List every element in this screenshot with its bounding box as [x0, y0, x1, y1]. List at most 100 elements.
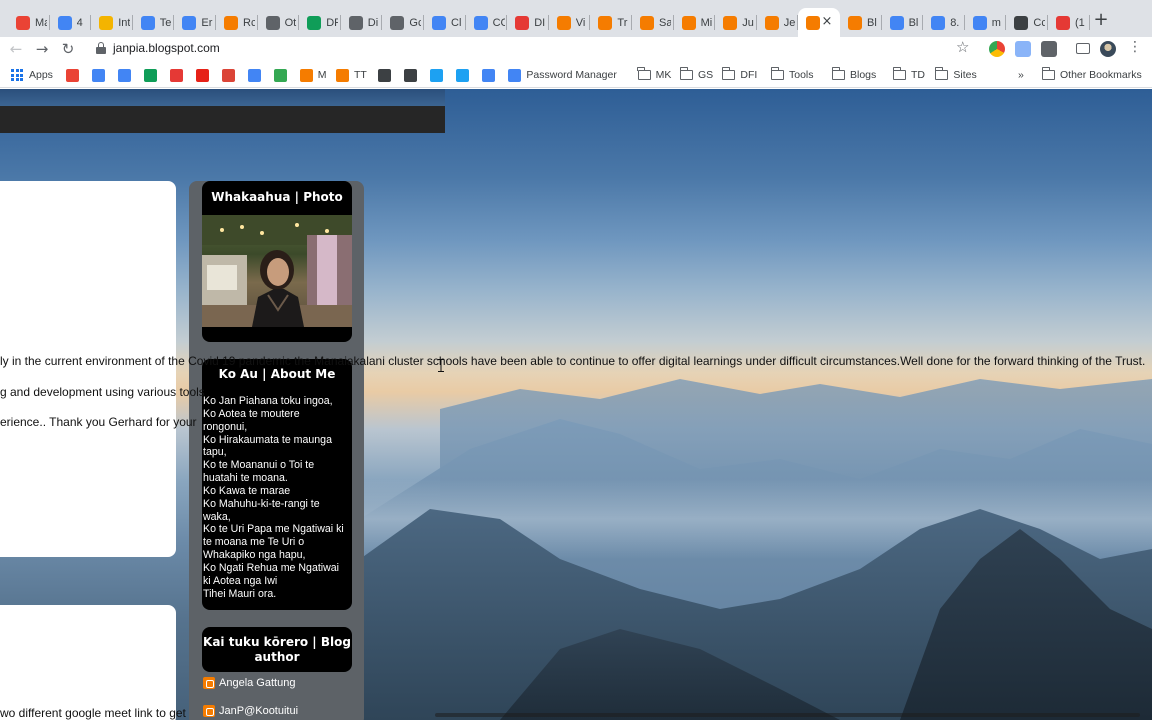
folder-icon [934, 67, 949, 80]
puzzle-extension-icon[interactable] [1015, 41, 1031, 57]
browser-tab[interactable]: Ju [715, 8, 757, 37]
profile-photo[interactable] [202, 215, 352, 327]
browser-tab[interactable]: Mi [674, 8, 716, 37]
bookmark-item[interactable]: M [299, 67, 327, 83]
text-cursor-icon [438, 359, 444, 372]
bookmark-item[interactable] [430, 67, 448, 83]
browser-tab[interactable]: Bl [840, 8, 882, 37]
browser-tab[interactable]: Mail [8, 8, 50, 37]
tab-title: Je [783, 16, 796, 29]
docs-icon [931, 15, 946, 30]
browser-tab[interactable]: CC [466, 8, 508, 37]
bookmark-item[interactable]: Apps [11, 67, 53, 83]
bookmark-item[interactable] [65, 67, 84, 83]
bookmark-item[interactable] [456, 67, 474, 83]
bookmark-folder[interactable]: DFI [721, 67, 757, 83]
blog-nav-bar [0, 106, 445, 133]
browser-tab[interactable]: Bl [882, 8, 924, 37]
browser-tab[interactable]: Te [133, 8, 175, 37]
close-tab-icon[interactable]: × [820, 15, 834, 29]
about-text: Ko Jan Piahana toku ingoa, Ko Aotea te mo… [202, 395, 352, 601]
comment-text: g and development using various tools [0, 385, 205, 399]
reload-button[interactable]: ↻ [58, 39, 78, 59]
browser-tab[interactable]: Cc [1006, 8, 1048, 37]
horizontal-scrollbar[interactable] [435, 713, 1140, 717]
browser-tab[interactable]: Int [91, 8, 133, 37]
bookmark-folder[interactable]: MK [637, 67, 671, 83]
bookmark-favicon-icon [430, 68, 444, 82]
author-link[interactable]: JanP@Kootuitui [203, 705, 298, 717]
bookmark-item[interactable] [117, 67, 136, 83]
cast-icon[interactable] [1076, 43, 1090, 54]
bookmark-item[interactable]: TT [336, 67, 367, 83]
browser-tab[interactable]: Tr [590, 8, 632, 37]
browser-tab[interactable]: Je [757, 8, 799, 37]
browser-tab[interactable]: (1 [1048, 8, 1090, 37]
author-link[interactable]: Angela Gattung [203, 677, 295, 689]
browser-tab[interactable]: Er [174, 8, 216, 37]
tab-title: (1 [1075, 16, 1085, 29]
bookmarks-overflow-button[interactable]: » [1018, 67, 1024, 83]
bookmark-item[interactable] [221, 67, 240, 83]
bookmark-item[interactable] [143, 67, 162, 83]
tab-title: m [991, 16, 1001, 29]
bookmark-item[interactable] [273, 67, 292, 83]
browser-tab[interactable]: Cl [424, 8, 466, 37]
bookmark-item[interactable] [247, 67, 266, 83]
bookmark-item[interactable] [195, 67, 214, 83]
bookmark-label: Apps [29, 69, 53, 81]
browser-tab[interactable]: Rc [216, 8, 258, 37]
address-bar-url[interactable]: janpia.blogspot.com [113, 41, 220, 55]
browser-tab[interactable]: m [965, 8, 1007, 37]
blogger-icon [203, 677, 215, 689]
browser-tab[interactable]: Vi [549, 8, 591, 37]
bookmark-folder[interactable]: Sites [934, 67, 977, 83]
bookmark-item[interactable] [91, 67, 110, 83]
tab-title: DI [534, 16, 546, 29]
about-line: Whakapiko nga hapu, [203, 549, 306, 562]
bookmark-folder[interactable]: Blogs [831, 67, 876, 83]
about-line: Ko Jan Piahana toku ingoa, [203, 395, 333, 407]
bookmark-item[interactable]: Password Manager [508, 67, 617, 83]
browser-tab[interactable]: 8. [923, 8, 965, 37]
new-tab-button[interactable]: + [1091, 10, 1111, 30]
browser-tab[interactable]: 4 [50, 8, 92, 37]
bookmark-item[interactable] [482, 67, 500, 83]
about-line: Ko Hirakaumata te maunga [203, 433, 332, 446]
bookmark-favicon-icon [378, 68, 392, 82]
browser-tab[interactable]: Sa [632, 8, 674, 37]
bookmark-item[interactable] [169, 67, 188, 83]
about-line: te moana me Te Uri o [203, 536, 305, 549]
back-button[interactable]: ← [6, 39, 26, 59]
bookmark-item[interactable] [378, 67, 396, 83]
bookmark-favicon-icon [273, 68, 287, 82]
bookmark-folder[interactable]: GS [679, 67, 713, 83]
bookmark-item[interactable] [404, 67, 422, 83]
browser-tab[interactable]: Gc [382, 8, 424, 37]
chrome-extension-icon[interactable] [989, 41, 1005, 57]
shield-extension-icon[interactable] [1041, 41, 1057, 57]
profile-avatar[interactable] [1100, 41, 1116, 57]
bookmark-folder[interactable]: TD [892, 67, 925, 83]
tt-icon [515, 15, 530, 30]
browser-tab[interactable]: × [798, 8, 840, 37]
forward-button[interactable]: → [32, 39, 52, 59]
header-strip [0, 89, 445, 106]
address-bar[interactable]: janpia.blogspot.com ☆ [88, 37, 978, 61]
browser-toolbar: ← → ↻ janpia.blogspot.com ☆ ⋮ [0, 37, 1152, 62]
bookmark-folder[interactable]: Tools [770, 67, 814, 83]
browser-tab[interactable]: Di [341, 8, 383, 37]
bookmark-favicon-icon [91, 68, 105, 82]
bookmark-favicon-icon [508, 68, 522, 82]
browser-tab[interactable]: Ot [258, 8, 300, 37]
tab-title: Tr [617, 16, 628, 29]
bookmark-favicon-icon [336, 68, 349, 82]
blogger-icon [681, 15, 696, 30]
other-bookmarks-folder[interactable]: Other Bookmarks [1041, 67, 1142, 83]
menu-kebab-icon[interactable]: ⋮ [1128, 39, 1142, 55]
browser-tab[interactable]: DF [299, 8, 341, 37]
authors-widget: Kai tuku kōrero | Blog author [202, 627, 352, 672]
lock-icon[interactable] [96, 42, 106, 55]
browser-tab[interactable]: DI [507, 8, 549, 37]
bookmark-star-icon[interactable]: ☆ [956, 38, 969, 56]
